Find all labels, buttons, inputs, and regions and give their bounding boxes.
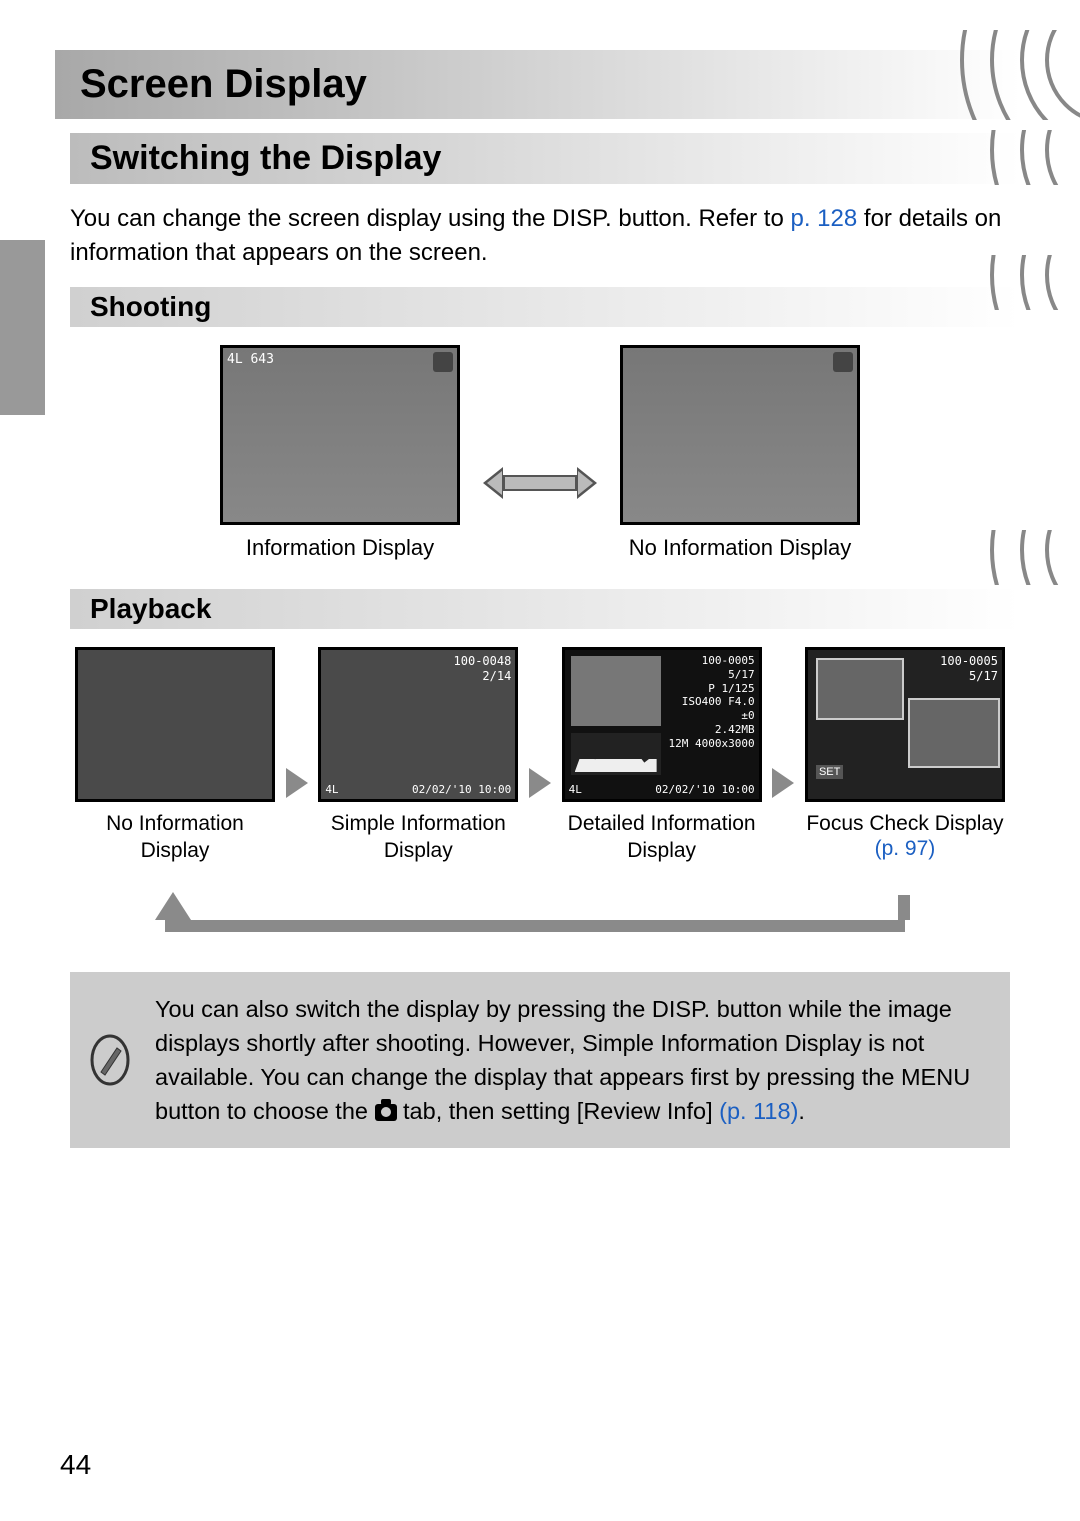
playback-detailed-thumbnail: 100-0005 5/17 P 1/125 ISO400 F4.0 ±0 2.4… — [562, 647, 762, 802]
note-part1: You can also switch the display by press… — [155, 996, 652, 1022]
playback-caption: No Information Display — [70, 810, 280, 865]
pencil-note-icon — [82, 1034, 137, 1086]
overlay-iso: ISO400 F4.0 — [669, 695, 755, 709]
overlay-count: 5/17 — [940, 669, 998, 684]
overlay-ev: ±0 — [669, 709, 755, 723]
overlay-file: 100-0005 — [669, 654, 755, 668]
right-arrow-icon — [772, 768, 794, 798]
disp-glyph: DISP. — [652, 996, 710, 1022]
shooting-heading: Shooting — [70, 287, 1020, 327]
playback-caption: Detailed Information Display — [557, 810, 767, 865]
overlay-size: 2.42MB — [669, 723, 755, 737]
playback-heading: Playback — [70, 589, 1020, 629]
overlay-date: 02/02/'10 10:00 — [655, 783, 754, 796]
side-tab — [0, 240, 45, 415]
playback-focus-thumbnail: 100-0005 5/17 SET — [805, 647, 1005, 802]
shooting-caption-left: Information Display — [210, 535, 470, 561]
overlay-bl: 4L — [325, 783, 338, 796]
shooting-caption-right: No Information Display — [610, 535, 870, 561]
note-part4: tab, then setting [Review Info] — [397, 1098, 720, 1124]
overlay-set: SET — [816, 765, 843, 779]
overlay-text: 4L 643 — [227, 352, 274, 372]
playback-caption: Simple Information Display — [313, 810, 523, 865]
intro-text: You can change the screen display using … — [70, 202, 1020, 269]
shooting-noinfo-thumbnail — [620, 345, 860, 525]
overlay-file: 100-0005 — [940, 654, 998, 669]
overlay-bl: 4L — [569, 783, 582, 796]
return-arrow — [70, 877, 1010, 932]
right-arrow-icon — [529, 768, 551, 798]
playback-simple-thumbnail: 100-0048 2/14 4L 02/02/'10 10:00 — [318, 647, 518, 802]
playback-caption: Focus Check Display — [800, 810, 1010, 837]
page-title: Screen Display — [55, 50, 1020, 119]
page-ref-link[interactable]: (p. 118) — [719, 1098, 798, 1124]
camera-tab-icon — [375, 1104, 397, 1121]
page-ref-link[interactable]: (p. 97) — [800, 837, 1010, 861]
disp-glyph: DISP. — [552, 205, 612, 232]
shooting-info-thumbnail: 4L 643 — [220, 345, 460, 525]
overlay-res: 12M 4000x3000 — [669, 737, 755, 751]
note-part5: . — [798, 1098, 805, 1124]
double-arrow-icon — [485, 467, 595, 499]
portrait-icon — [833, 352, 853, 372]
portrait-icon — [433, 352, 453, 372]
right-arrow-icon — [286, 768, 308, 798]
intro-part2: button. Refer to — [612, 205, 791, 232]
intro-part1: You can change the screen display using … — [70, 205, 552, 232]
page-number: 44 — [60, 1449, 91, 1481]
overlay-count: 2/14 — [454, 669, 512, 684]
menu-glyph: MENU — [901, 1064, 970, 1090]
histogram-icon — [571, 733, 661, 775]
overlay-date: 02/02/'10 10:00 — [412, 783, 511, 796]
overlay-file: 100-0048 — [454, 654, 512, 669]
overlay-mode: P 1/125 — [669, 682, 755, 696]
note-box: You can also switch the display by press… — [70, 972, 1010, 1148]
note-part3: button to choose the — [155, 1098, 375, 1124]
playback-noinfo-thumbnail — [75, 647, 275, 802]
section-title: Switching the Display — [70, 133, 1020, 184]
page-ref-link[interactable]: p. 128 — [791, 205, 858, 232]
overlay-count: 5/17 — [669, 668, 755, 682]
